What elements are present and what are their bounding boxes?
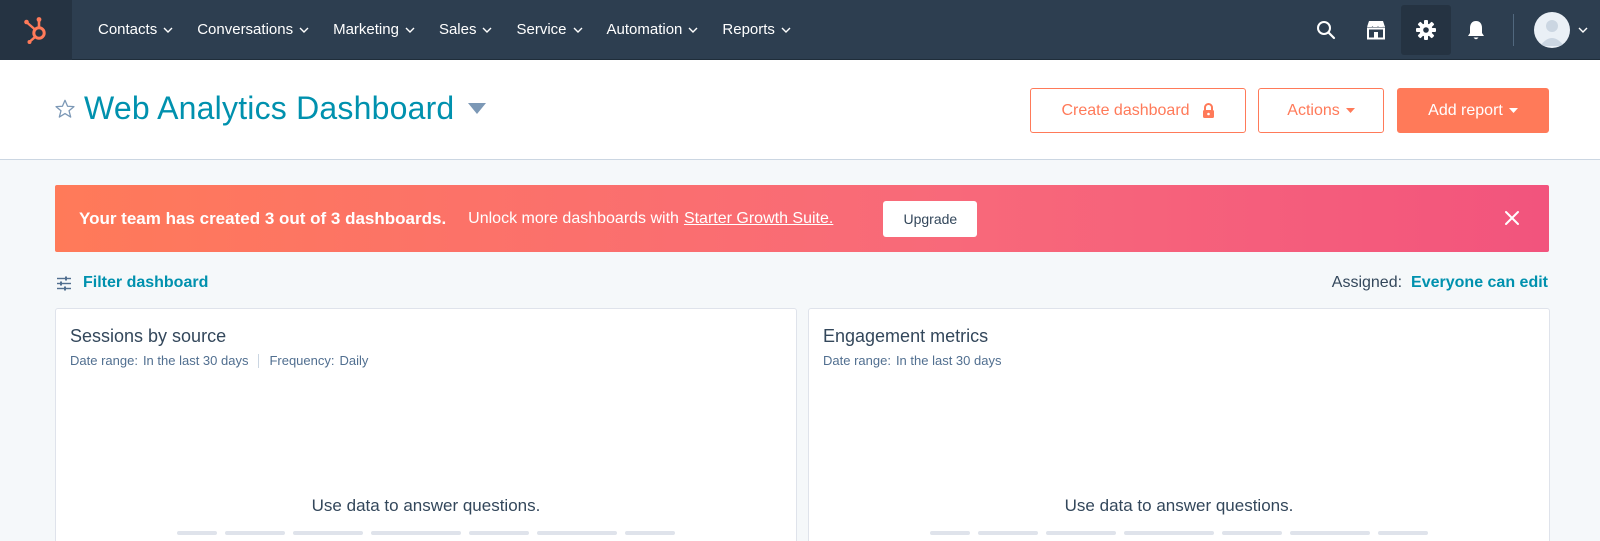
starter-growth-suite-link[interactable]: Starter Growth Suite. <box>684 210 833 228</box>
caret-down-icon <box>1345 108 1355 113</box>
close-icon[interactable] <box>1501 207 1523 229</box>
actions-button[interactable]: Actions <box>1258 88 1384 133</box>
empty-state-title: Use data to answer questions. <box>311 496 541 515</box>
report-card-sessions-by-source: Sessions by source Date range: In the la… <box>55 308 797 541</box>
dashboard-header: Web Analytics Dashboard Create dashboard… <box>0 60 1600 160</box>
nav-service[interactable]: Service <box>504 0 594 60</box>
filter-dashboard-button[interactable]: Filter dashboard <box>56 274 208 292</box>
chevron-down-icon <box>781 27 791 33</box>
nav-conversations-label: Conversations <box>197 21 294 38</box>
frequency-label: Frequency: <box>269 353 335 368</box>
empty-state-title: Use data to answer questions. <box>1064 496 1294 515</box>
nav-automation-label: Automation <box>606 21 683 38</box>
nav-marketing[interactable]: Marketing <box>321 0 427 60</box>
frequency-value: Daily <box>339 353 369 368</box>
search-icon <box>1317 21 1336 40</box>
bell-icon <box>1468 21 1484 40</box>
chevron-down-icon <box>405 27 415 33</box>
nav-utilities <box>1301 0 1600 60</box>
assigned-label: Assigned: <box>1331 274 1403 291</box>
nav-divider <box>1513 14 1514 46</box>
chevron-down-icon <box>688 27 698 33</box>
report-card-engagement-metrics: Engagement metrics Date range: In the la… <box>808 308 1550 541</box>
settings-button[interactable] <box>1401 5 1451 55</box>
avatar[interactable] <box>1534 12 1570 48</box>
add-report-label: Add report <box>1428 101 1503 119</box>
star-icon[interactable] <box>54 98 76 120</box>
chevron-down-icon <box>299 27 309 33</box>
date-range-value: In the last 30 days <box>895 353 1002 368</box>
nav-sales-label: Sales <box>438 21 477 38</box>
gear-icon <box>1416 20 1436 40</box>
report-meta: Date range: In the last 30 days <box>823 353 1001 368</box>
banner-headline: Your team has created 3 out of 3 dashboa… <box>79 208 447 228</box>
marketplace-icon <box>1366 21 1385 40</box>
main-menu: Contacts Conversations Marketing Sales S… <box>86 0 803 60</box>
date-range-value: In the last 30 days <box>142 353 249 368</box>
sprocket-icon <box>24 16 46 44</box>
add-report-button[interactable]: Add report <box>1397 88 1549 133</box>
user-icon <box>1540 20 1564 46</box>
banner-text: Unlock more dashboards with <box>468 209 679 227</box>
date-range-label: Date range: <box>70 353 138 368</box>
nav-contacts-label: Contacts <box>98 21 158 38</box>
chevron-down-icon[interactable] <box>1578 27 1588 33</box>
dashboard-switcher-caret-icon[interactable] <box>468 103 487 114</box>
filter-dashboard-label: Filter dashboard <box>83 274 209 291</box>
caret-down-icon <box>1508 108 1518 113</box>
lock-icon <box>1202 103 1215 118</box>
nav-conversations[interactable]: Conversations <box>185 0 321 60</box>
create-dashboard-button[interactable]: Create dashboard <box>1030 88 1246 133</box>
upgrade-banner: Your team has created 3 out of 3 dashboa… <box>55 185 1549 252</box>
nav-contacts[interactable]: Contacts <box>86 0 185 60</box>
assigned-group: Assigned: Everyone can edit <box>1332 274 1548 292</box>
hubspot-logo[interactable] <box>0 0 72 60</box>
nav-marketing-label: Marketing <box>333 21 399 38</box>
notifications-button[interactable] <box>1451 5 1501 55</box>
chevron-down-icon <box>573 27 583 33</box>
report-meta: Date range: In the last 30 days Frequenc… <box>70 353 368 368</box>
nav-reports[interactable]: Reports <box>710 0 803 60</box>
report-title[interactable]: Sessions by source <box>70 326 226 347</box>
sliders-icon <box>57 276 71 290</box>
actions-label: Actions <box>1287 101 1340 119</box>
report-title[interactable]: Engagement metrics <box>823 326 988 347</box>
title-group: Web Analytics Dashboard <box>54 90 487 127</box>
marketplace-button[interactable] <box>1351 5 1401 55</box>
page-title: Web Analytics Dashboard <box>84 90 455 126</box>
search-button[interactable] <box>1301 5 1351 55</box>
date-range-label: Date range: <box>823 353 891 368</box>
empty-state-description <box>809 531 1549 535</box>
chevron-down-icon <box>163 27 173 33</box>
empty-state-description <box>56 531 796 535</box>
nav-reports-label: Reports <box>722 21 775 38</box>
chevron-down-icon <box>482 27 492 33</box>
top-navigation: Contacts Conversations Marketing Sales S… <box>0 0 1600 60</box>
nav-service-label: Service <box>516 21 567 38</box>
upgrade-button[interactable]: Upgrade <box>883 200 978 237</box>
meta-divider <box>258 353 260 368</box>
nav-sales[interactable]: Sales <box>427 0 505 60</box>
create-dashboard-label: Create dashboard <box>1061 101 1190 119</box>
assigned-value-link[interactable]: Everyone can edit <box>1411 274 1548 292</box>
nav-automation[interactable]: Automation <box>595 0 711 60</box>
